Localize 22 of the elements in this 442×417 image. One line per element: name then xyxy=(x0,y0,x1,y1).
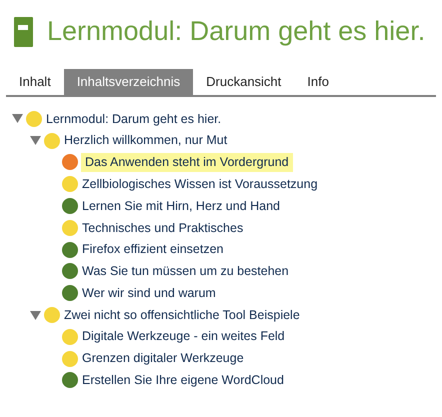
expanded-triangle-icon[interactable] xyxy=(30,136,40,146)
tree-item-link[interactable]: Wer wir sind und warum xyxy=(81,284,217,303)
tree-item-link[interactable]: Technisches und Praktisches xyxy=(81,218,244,238)
expanded-triangle-icon[interactable] xyxy=(12,114,22,124)
tab[interactable]: Inhaltsverzeichnis xyxy=(64,69,194,95)
tree-item-link[interactable]: Das Anwenden steht im Vordergrund xyxy=(81,153,293,172)
tab[interactable]: Inhalt xyxy=(6,69,64,95)
tree-item-link[interactable]: Herzlich willkommen, nur Mut xyxy=(63,131,228,150)
book-icon xyxy=(14,16,33,46)
tree-item-link[interactable]: Zwei nicht so offensichtliche Tool Beispiele xyxy=(63,306,301,324)
tab[interactable]: Info xyxy=(294,69,342,95)
tree-item-link[interactable]: Was Sie tun müssen um zu bestehen xyxy=(81,262,290,281)
page-title: Lernmodul: Darum geht es hier. xyxy=(47,18,426,45)
tree-item-link[interactable]: Firefox effizient einsetzen xyxy=(81,240,225,260)
tree-item-link[interactable]: Zellbiologisches Wissen ist Voraussetzung xyxy=(81,174,319,194)
expanded-triangle-icon[interactable] xyxy=(30,310,40,320)
tree-item-link[interactable]: Digitale Werkzeuge - ein weites Feld xyxy=(81,327,286,346)
tab[interactable]: Druckansicht xyxy=(193,69,294,95)
tree-item-link[interactable]: Erstellen Sie Ihre eigene WordCloud xyxy=(81,371,285,390)
tree-item-link[interactable]: Lernen Sie mit Hirn, Herz und Hand xyxy=(81,196,282,216)
tree-item-link[interactable]: Grenzen digitaler Werkzeuge xyxy=(81,349,245,368)
tree-item-link[interactable]: Lernmodul: Darum geht es hier. xyxy=(45,110,222,128)
